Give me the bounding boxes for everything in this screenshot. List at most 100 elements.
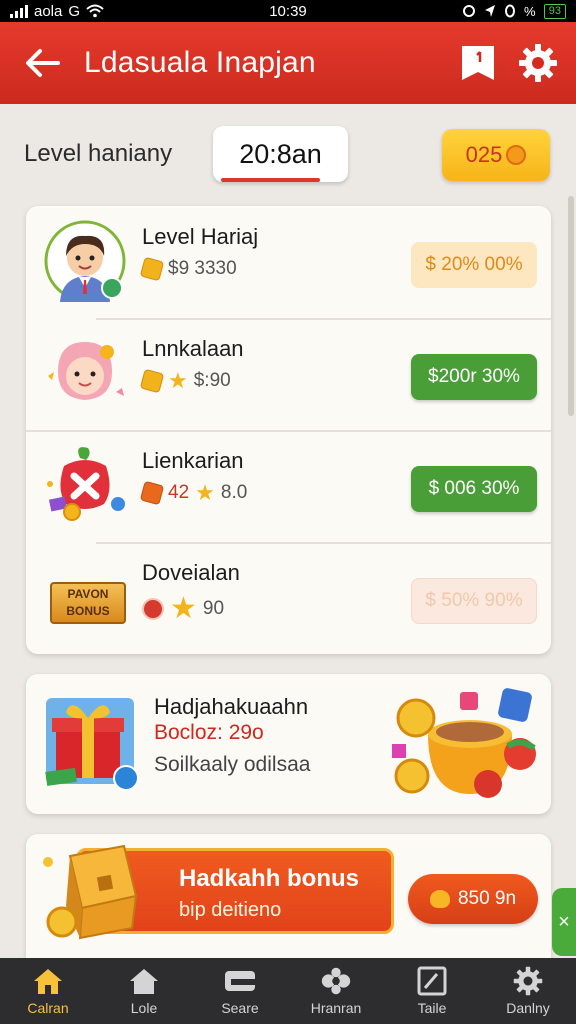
- reward-button[interactable]: $ 20% 00%: [411, 242, 537, 288]
- level-underline: [221, 178, 320, 182]
- nav-item-games[interactable]: Hranran: [288, 958, 384, 1024]
- bonus-badge: PAVON BONUS: [50, 582, 126, 624]
- back-button[interactable]: [0, 22, 84, 104]
- reward-button[interactable]: $200r 30%: [411, 354, 537, 400]
- gem-icon: [139, 368, 165, 394]
- home-icon: [31, 966, 65, 996]
- coin-icon: [506, 145, 527, 165]
- nav-label: Danlny: [506, 1000, 550, 1016]
- nav-label: Lole: [130, 1000, 158, 1016]
- gem-icon: [139, 256, 165, 282]
- task-title: Lienkarian: [142, 448, 244, 473]
- task-meta: ★ $:90: [139, 368, 231, 394]
- carrier-label: aola: [34, 2, 63, 20]
- reward-button[interactable]: $ 006 30%: [411, 466, 537, 512]
- gear-icon: [511, 966, 545, 996]
- nav-label: Seare: [221, 1000, 259, 1016]
- level-label: Level haniany: [24, 140, 173, 167]
- promo-description: Soilkaaly odilsaa: [154, 753, 311, 776]
- task-list-card: Level Hariaj $9 3330 $ 20% 00% Lnnkalaan…: [26, 206, 551, 654]
- task-meta-prefix: 42: [168, 482, 190, 503]
- nav-item-home[interactable]: Calran: [0, 958, 96, 1024]
- battery-indicator: 93: [543, 3, 566, 19]
- reward-button[interactable]: $ 50% 90%: [411, 578, 537, 624]
- task-row[interactable]: Level Hariaj $9 3330 $ 20% 00%: [26, 206, 551, 318]
- coin-balance: 025: [465, 142, 503, 167]
- task-meta-value: 90: [202, 598, 225, 619]
- task-row[interactable]: Lienkarian 42 ★ 8.0 $ 006 30%: [26, 430, 551, 542]
- alarm-icon: [504, 4, 515, 18]
- gamepad-icon: [319, 966, 353, 996]
- nav-label: Calran: [27, 1000, 69, 1016]
- level-value: 20:8an: [239, 139, 322, 169]
- side-close-tab[interactable]: ×: [552, 888, 576, 956]
- gem-icon: [139, 480, 165, 506]
- bonus-card: Hadkahh bonus bip deitieno 850 9n: [26, 834, 551, 958]
- arrow-left-icon: [26, 49, 60, 77]
- gear-icon: [519, 44, 557, 82]
- chart-icon: [415, 966, 449, 996]
- status-time: 10:39: [269, 2, 307, 20]
- house-icon: [127, 966, 161, 996]
- bonus-claim-button[interactable]: 850 9n: [408, 874, 538, 924]
- bookmark-icon: [462, 46, 494, 80]
- sync-icon: [462, 5, 475, 17]
- row-divider: [96, 318, 551, 320]
- gift-box-icon: [47, 447, 125, 521]
- coin-balance-button[interactable]: 025: [442, 129, 550, 181]
- bonus-badge-line1: PAVON: [67, 587, 109, 601]
- task-meta: ★ 90: [142, 592, 225, 625]
- scrollbar[interactable]: [568, 196, 574, 416]
- store-icon: [223, 966, 257, 996]
- location-icon: [484, 5, 495, 17]
- row-divider: [26, 430, 551, 432]
- coin-pot-icon: [392, 688, 536, 798]
- nav-label: Taile: [417, 1000, 447, 1016]
- task-title: Doveialan: [142, 560, 240, 585]
- task-row[interactable]: PAVON BONUS Doveialan ★ 90 $ 50% 90%: [26, 542, 551, 654]
- task-row[interactable]: Lnnkalaan ★ $:90 $200r 30%: [26, 318, 551, 430]
- signal-icon: [10, 4, 28, 18]
- promo-subtitle: Bocloz: 29o: [154, 721, 264, 744]
- task-title: Lnnkalaan: [142, 336, 244, 361]
- task-meta: $9 3330: [139, 256, 237, 282]
- promo-card[interactable]: Hadjahakuaahn Bocloz: 29o Soilkaaly odil…: [26, 674, 551, 814]
- bookmark-button[interactable]: [448, 22, 508, 104]
- nav-item-settings[interactable]: Danlny: [480, 958, 576, 1024]
- task-meta-value: $:90: [193, 370, 231, 391]
- bottom-navigation: Calran Lole Seare Hranran Taile Danlny: [0, 958, 576, 1024]
- percent-icon: %: [524, 4, 536, 18]
- bonus-title: Hadkahh bonus: [179, 865, 360, 892]
- star-icon: ★: [168, 368, 188, 393]
- network-label: G: [68, 2, 81, 20]
- boy-avatar-icon: [44, 220, 126, 302]
- star-icon: ★: [195, 480, 215, 505]
- level-row: Level haniany 20:8an 025: [0, 126, 576, 184]
- app-header: Ldasuala Inapjan: [0, 22, 576, 104]
- promo-title: Hadjahakuaahn: [154, 694, 309, 719]
- wifi-icon: [86, 4, 104, 18]
- task-meta: 42 ★ 8.0: [139, 480, 248, 506]
- nav-item-store[interactable]: Seare: [192, 958, 288, 1024]
- task-meta-value: $9 3330: [168, 258, 237, 279]
- heart-icon: [429, 890, 450, 908]
- task-meta-value: 8.0: [220, 482, 248, 503]
- bonus-button-label: 850 9n: [457, 888, 517, 909]
- level-selector[interactable]: 20:8an: [213, 126, 348, 182]
- badge-icon: [142, 598, 164, 620]
- nav-label: Hranran: [310, 1000, 362, 1016]
- settings-button[interactable]: [508, 22, 568, 104]
- bonus-subtitle: bip deitieno: [179, 899, 282, 921]
- task-title: Level Hariaj: [142, 224, 259, 249]
- page-title: Ldasuala Inapjan: [84, 46, 316, 79]
- star-icon: ★: [170, 592, 197, 625]
- nav-item-taile[interactable]: Taile: [384, 958, 480, 1024]
- svg-text:%: %: [524, 4, 536, 18]
- row-divider: [96, 542, 551, 544]
- bonus-badge-line2: BONUS: [66, 604, 110, 618]
- nav-item-lole[interactable]: Lole: [96, 958, 192, 1024]
- treasure-chest-icon: [43, 844, 138, 940]
- status-bar: aola G 10:39 % 93: [0, 0, 576, 22]
- girl-avatar-icon: [48, 342, 124, 400]
- gift-icon: [45, 698, 139, 791]
